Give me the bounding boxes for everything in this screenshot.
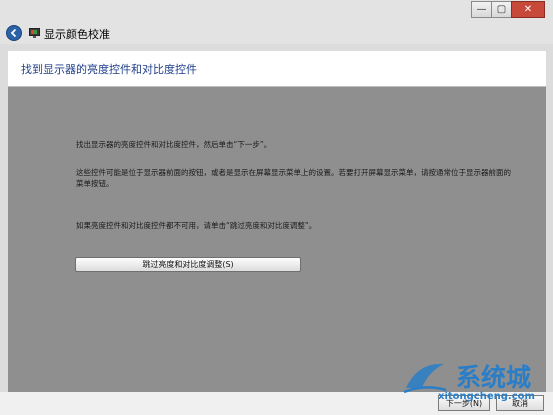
window-frame: — ▢ ✕ 显示颜色校准 找到显示器的亮度控件和对比度控件 找出显示器的亮度控件… bbox=[0, 0, 553, 415]
skip-adjustment-button[interactable]: 跳过亮度和对比度调整(S) bbox=[75, 257, 301, 272]
content-area: 找出显示器的亮度控件和对比度控件，然后单击“下一步”。 这些控件可能是位于显示器… bbox=[8, 87, 546, 392]
back-arrow-icon bbox=[10, 28, 17, 38]
back-button[interactable] bbox=[6, 25, 22, 41]
instruction-text-2: 这些控件可能是位于显示器前面的按钮，或者是显示在屏幕显示菜单上的设置。若要打开屏… bbox=[76, 168, 511, 188]
instruction-text-1: 找出显示器的亮度控件和对比度控件，然后单击“下一步”。 bbox=[76, 140, 272, 149]
title-bar: — ▢ ✕ 显示颜色校准 bbox=[0, 0, 553, 44]
instruction-text-3: 如果亮度控件和对比度控件都不可用，请单击“跳过亮度和对比度调整”。 bbox=[76, 221, 317, 230]
watermark-text: 系统城 bbox=[456, 363, 532, 392]
display-color-icon bbox=[29, 28, 40, 38]
header-panel: 找到显示器的亮度控件和对比度控件 bbox=[8, 51, 546, 86]
page-title: 找到显示器的亮度控件和对比度控件 bbox=[21, 63, 197, 76]
window-title: 显示颜色校准 bbox=[44, 28, 110, 41]
close-button[interactable]: ✕ bbox=[511, 1, 545, 18]
minimize-button[interactable]: — bbox=[471, 1, 491, 18]
watermark-url: xitongcheng.com bbox=[438, 391, 535, 402]
watermark: 系统城 xitongcheng.com bbox=[398, 358, 548, 408]
maximize-button[interactable]: ▢ bbox=[491, 1, 511, 18]
window-controls: — ▢ ✕ bbox=[471, 1, 545, 18]
